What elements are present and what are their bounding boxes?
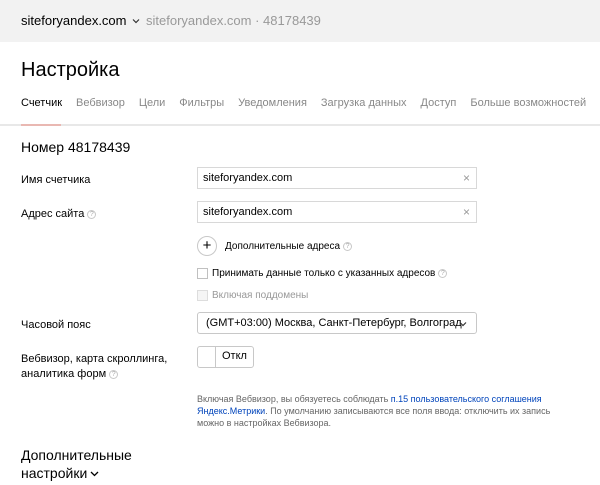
include-subdomains-checkbox[interactable] [197, 290, 208, 301]
help-icon[interactable]: ? [109, 369, 119, 379]
site-name: siteforyandex.com [21, 13, 127, 28]
only-specified-label: Принимать данные только с указанных адре… [212, 268, 448, 279]
more-settings-line2-wrap: настройки [21, 464, 132, 482]
top-bar: siteforyandex.com siteforyandex.com · 48… [0, 0, 600, 42]
help-icon[interactable]: ? [438, 268, 448, 278]
timezone-label: Часовой пояс [21, 319, 91, 331]
site-address-value: siteforyandex.com [203, 206, 293, 218]
site-address-label-text: Адрес сайта [21, 208, 85, 220]
close-icon[interactable]: × [463, 168, 470, 188]
timezone-select[interactable]: (GMT+03:00) Москва, Санкт-Петербург, Вол… [197, 312, 477, 334]
page-title: Настройка [21, 59, 120, 81]
tab-filters[interactable]: Фильтры [179, 97, 224, 115]
additional-addresses-button[interactable]: Дополнительные адреса? [225, 241, 353, 252]
help-icon[interactable]: ? [87, 209, 97, 219]
toggle-knob [198, 347, 216, 367]
chevron-down-icon [90, 471, 99, 477]
tab-notifications[interactable]: Уведомления [238, 97, 307, 115]
only-specified-label-text: Принимать данные только с указанных адре… [212, 268, 436, 279]
counter-number-heading: Номер 48178439 [21, 139, 131, 155]
tab-data-upload[interactable]: Загрузка данных [321, 97, 407, 115]
more-settings-line2: настройки [21, 465, 88, 481]
toggle-state-text: Откл [222, 350, 247, 362]
webvisor-label: Вебвизор, карта скроллинга, аналитика фо… [21, 352, 167, 382]
webvisor-note: Включая Вебвизор, вы обязуетесь соблюдат… [197, 393, 557, 429]
site-address-label: Адрес сайта? [21, 207, 97, 222]
site-address-input[interactable]: siteforyandex.com × [197, 201, 477, 223]
webvisor-label-line2-wrap: аналитика форм? [21, 367, 167, 382]
counter-name-input[interactable]: siteforyandex.com × [197, 167, 477, 189]
webvisor-label-line1: Вебвизор, карта скроллинга, [21, 353, 168, 365]
only-specified-checkbox[interactable] [197, 268, 208, 279]
counter-name-value: siteforyandex.com [203, 172, 293, 184]
tab-counter[interactable]: Счетчик [21, 97, 62, 115]
tab-bar: Счетчик Вебвизор Цели Фильтры Уведомлени… [21, 97, 600, 115]
include-subdomains-label: Включая поддомены [212, 290, 309, 301]
help-icon[interactable]: ? [343, 241, 353, 251]
webvisor-toggle[interactable]: Откл [197, 346, 254, 368]
webvisor-label-line2: аналитика форм [21, 368, 107, 380]
tab-access[interactable]: Доступ [421, 97, 457, 115]
note-prefix: Включая Вебвизор, вы обязуетесь соблюдат… [197, 394, 391, 404]
more-settings-line1: Дополнительные [21, 447, 132, 463]
active-tab-indicator [21, 124, 61, 126]
plus-icon[interactable]: + [197, 236, 217, 256]
additional-settings-toggle[interactable]: Дополнительные настройки [21, 446, 132, 482]
chevron-down-icon [132, 18, 139, 23]
tab-more-features[interactable]: Больше возможностей [470, 97, 586, 115]
close-icon[interactable]: × [463, 202, 470, 222]
counter-name-label: Имя счетчика [21, 174, 91, 186]
tab-goals[interactable]: Цели [139, 97, 165, 115]
tabs-divider [0, 124, 600, 126]
tab-webvisor[interactable]: Вебвизор [76, 97, 125, 115]
additional-addresses-label: Дополнительные адреса [225, 241, 341, 252]
chevron-down-icon [459, 322, 467, 327]
site-selector[interactable]: siteforyandex.com [21, 13, 140, 28]
site-subtitle: siteforyandex.com · 48178439 [146, 13, 321, 28]
timezone-value: (GMT+03:00) Москва, Санкт-Петербург, Вол… [206, 317, 462, 329]
